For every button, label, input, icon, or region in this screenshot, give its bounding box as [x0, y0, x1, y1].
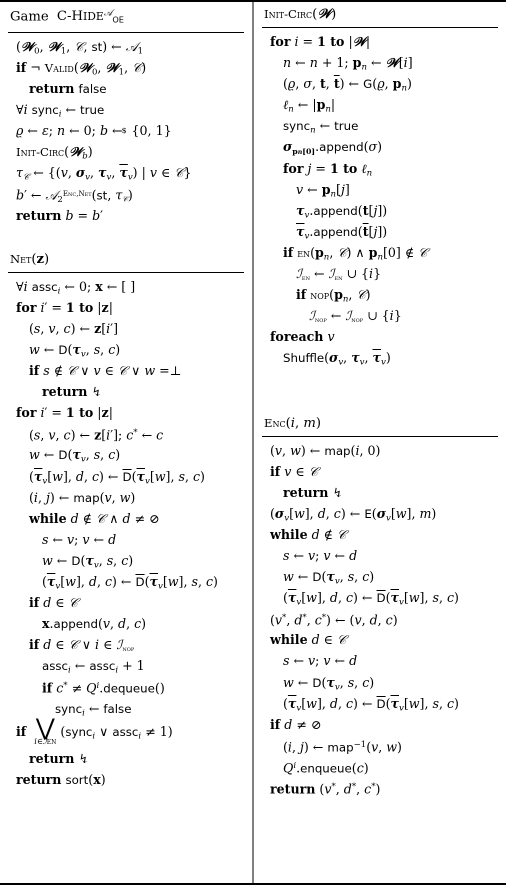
rule-enc [262, 435, 498, 437]
code-line: if d ∈ 𝒞 [29, 595, 78, 611]
code-line: if d ∈ 𝒞 ∨ i ∈ ℐnop [29, 637, 135, 654]
code-line: σpn[0].append(σ) [283, 139, 383, 156]
code-line: while d ∈ 𝒞 [270, 632, 347, 648]
code-line: return ↯ [42, 384, 102, 400]
code-line: if d ≠ ⊘ [270, 716, 322, 732]
code-line: foreach v [270, 329, 335, 345]
code-line: (τv[w], d, c) ← D(τv[w], s, c) [283, 590, 459, 608]
code-line: w ← D(τv, s, c) [283, 569, 375, 587]
code-line: if v ∈ 𝒞 [270, 463, 318, 479]
code-line: for i′ = 1 to |z| [16, 299, 113, 315]
code-line: return (v*, d*, c*) [270, 781, 381, 797]
code-line: (τv[w], d, c) ← D(τv[w], s, c) [29, 468, 205, 486]
code-line: ∀i synci ← true [16, 102, 105, 120]
block-title-init-circ: Init-Circ(𝒲) [264, 7, 337, 22]
code-line: w ← D(τv, s, c) [42, 552, 134, 571]
code-line: (τv[w], d, c) ← D(τv[w], s, c) [42, 574, 218, 592]
code-line: Qi.enqueue(c) [283, 760, 369, 776]
code-line: (𝒲0, 𝒲1, 𝒞, st) ← 𝒜1 [16, 38, 144, 57]
code-line: τ𝒞 ← {(v, σv, τv, τv) | v ∈ 𝒞} [16, 165, 192, 183]
code-line: while d ∉ 𝒞 [270, 526, 347, 542]
code-line: if c* ≠ Qi.dequeue() [42, 680, 165, 696]
block-title-game-c-hide: Game C-HIDE𝒜OE [10, 9, 124, 25]
rule-init-circ [262, 27, 498, 28]
block-enc: Enc(i, m) (v, w) ← map(i, 0) if v ∈ 𝒞 re… [254, 411, 506, 799]
left-column: Game C-HIDE𝒜OE (𝒲0, 𝒲1, 𝒞, st) ← 𝒜1 if ¬… [0, 2, 252, 883]
code-line: ℓn ← |pn| [283, 97, 336, 115]
code-line: v ← pn[j] [296, 181, 350, 200]
code-line: (s, v, c) ← z[i′] [29, 320, 118, 336]
code-line: (ϱ, σ, t, t) ← G(ϱ, pn) [283, 76, 412, 94]
code-line: (v, w) ← map(i, 0) [270, 442, 381, 458]
block-game-c-hide: Game C-HIDE𝒜OE (𝒲0, 𝒲1, 𝒞, st) ← 𝒜1 if ¬… [0, 2, 252, 226]
code-line: w ← D(τv, s, c) [29, 447, 121, 465]
code-net: ∀i assci ← 0; x ← [ ] for i′ = 1 to |z| … [6, 276, 246, 790]
code-line: return b = b′ [16, 207, 103, 223]
code-line: for j = 1 to ℓn [283, 160, 373, 178]
code-line: if s ∉ 𝒞 ∨ v ∈ 𝒞 ∨ w =⊥ [29, 363, 182, 379]
code-line: return ↯ [29, 750, 89, 766]
block-init-circ: Init-Circ(𝒲) for i = 1 to |𝒲| n ← n + 1;… [254, 2, 506, 369]
code-line: (i, j) ← map−1(v, w) [283, 739, 402, 755]
code-line: Init-Circ(𝒲b) [16, 144, 93, 162]
code-line: syncn ← true [283, 118, 359, 136]
code-line: w ← D(τv, s, c) [283, 674, 375, 692]
code-line: b′ ← 𝒜2Enc,Net(st, τ𝒞) [16, 187, 133, 206]
code-line: ℐnop ← ℐnop ∪ {i} [309, 308, 402, 325]
code-line: s ← v; v ← d [283, 653, 358, 669]
code-line: τv.append(t[j]) [296, 202, 388, 221]
code-line: x.append(v, d, c) [42, 616, 147, 632]
code-init-circ: for i = 1 to |𝒲| n ← n + 1; pn ← 𝒲[i] (ϱ… [260, 31, 500, 369]
code-line: if ⋁ i∈ℐen (synci ∨ assci ≠ 1) [16, 714, 173, 747]
code-line: (i, j) ← map(v, w) [29, 489, 136, 505]
right-column: Init-Circ(𝒲) for i = 1 to |𝒲| n ← n + 1;… [252, 2, 506, 883]
code-line: if en(pn, 𝒞) ∧ pn[0] ∉ 𝒞 [283, 244, 428, 263]
code-line: if nop(pn, 𝒞) [296, 287, 371, 305]
code-line: ℐen ← ℐen ∪ {i} [296, 266, 382, 283]
code-line: Shuffle(σv, τv, τv) [283, 350, 391, 368]
block-gap [0, 226, 252, 247]
rule-net [8, 271, 244, 273]
code-line: n ← n + 1; pn ← 𝒲[i] [283, 55, 413, 73]
code-line: for i = 1 to |𝒲| [270, 34, 371, 49]
code-line: w ← D(τv, s, c) [29, 341, 121, 360]
code-line: ∀i assci ← 0; x ← [ ] [16, 278, 136, 297]
code-line: for i′ = 1 to |z| [16, 405, 113, 421]
block-title-enc: Enc(i, m) [264, 415, 322, 431]
code-line: ϱ ← ε; n ← 0; b ←$ {0, 1} [16, 123, 172, 139]
pseudocode-figure: Game C-HIDE𝒜OE (𝒲0, 𝒲1, 𝒞, st) ← 𝒜1 if ¬… [0, 0, 506, 885]
code-line: return sort(x) [16, 771, 106, 787]
code-line: while d ∉ 𝒞 ∧ d ≠ ⊘ [29, 510, 160, 526]
code-game-c-hide: (𝒲0, 𝒲1, 𝒞, st) ← 𝒜1 if ¬ Valid(𝒲0, 𝒲1, … [6, 36, 246, 226]
code-line: (σv[w], d, c) ← E(σv[w], m) [270, 505, 437, 524]
code-line: τv.append(t[j]) [296, 223, 388, 242]
code-line: (τv[w], d, c) ← D(τv[w], s, c) [283, 695, 459, 714]
code-line: (s, v, c) ← z[i′]; c* ← c [29, 427, 164, 443]
code-line: s ← v; v ← d [42, 531, 117, 547]
code-line: return false [29, 80, 107, 96]
code-line: (v*, d*, c*) ← (v, d, c) [270, 612, 398, 628]
code-enc: (v, w) ← map(i, 0) if v ∈ 𝒞 return ↯ (σv… [260, 440, 500, 799]
block-title-net: Net(z) [10, 251, 50, 267]
rule-game-c-hide [8, 31, 244, 33]
code-line: s ← v; v ← d [283, 547, 358, 563]
block-gap [254, 369, 506, 411]
code-line: return ↯ [283, 484, 343, 500]
code-line: assci ← assci + 1 [42, 658, 145, 676]
block-net: Net(z) ∀i assci ← 0; x ← [ ] for i′ = 1 … [0, 247, 252, 790]
code-line: if ¬ Valid(𝒲0, 𝒲1, 𝒞) [16, 59, 147, 78]
